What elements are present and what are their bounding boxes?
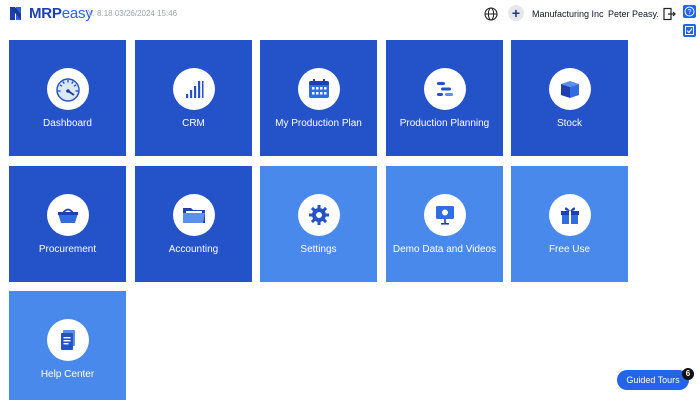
tile-my-production-plan[interactable]: My Production Plan <box>260 40 377 156</box>
gantt-icon <box>437 82 453 96</box>
tile-production-planning[interactable]: Production Planning <box>386 40 503 156</box>
logo-mark-icon <box>10 7 21 20</box>
user-name[interactable]: Peter Peasy. <box>608 9 659 19</box>
tile-label: Accounting <box>168 244 219 255</box>
help-icon[interactable]: ? <box>683 5 696 18</box>
app-logo[interactable]: MRPeasy <box>9 4 93 22</box>
tile-label: Procurement <box>38 244 97 255</box>
logo-text-bold: MRP <box>29 4 62 22</box>
dashboard-icon <box>56 78 80 102</box>
company-name[interactable]: Manufacturing Inc <box>532 9 604 19</box>
calendar-icon <box>309 79 329 98</box>
logout-icon[interactable] <box>662 7 676 21</box>
svg-text:?: ? <box>688 9 692 16</box>
globe-icon[interactable] <box>484 7 498 21</box>
tile-label: CRM <box>182 118 205 129</box>
checklist-icon[interactable] <box>683 24 696 37</box>
tile-label: Stock <box>556 118 582 129</box>
tile-accounting[interactable]: Accounting <box>135 166 252 282</box>
version-info: V. 8.18 03/26/2024 15:46 <box>88 9 178 18</box>
document-icon <box>61 330 75 350</box>
tile-procurement[interactable]: Procurement <box>9 166 126 282</box>
guided-tours-button[interactable]: Guided Tours <box>617 370 689 390</box>
tile-label: My Production Plan <box>275 118 362 129</box>
box-icon <box>561 81 579 98</box>
top-bar: MRPeasy V. 8.18 03/26/2024 15:46 + Manuf… <box>0 0 700 37</box>
add-button[interactable]: + <box>508 5 524 21</box>
presentation-icon <box>436 206 454 225</box>
gift-icon <box>561 207 579 224</box>
tile-settings[interactable]: Settings <box>260 166 377 282</box>
basket-icon <box>58 208 78 223</box>
tile-crm[interactable]: CRM <box>135 40 252 156</box>
tile-label: Free Use <box>548 244 591 255</box>
gear-icon <box>309 205 329 225</box>
tile-demo-data-and-videos[interactable]: Demo Data and Videos <box>386 166 503 282</box>
tile-label: Production Planning <box>399 118 490 129</box>
tile-stock[interactable]: Stock <box>511 40 628 156</box>
tile-label: Dashboard <box>43 118 92 129</box>
folder-icon <box>183 208 205 223</box>
tile-label: Demo Data and Videos <box>392 244 497 255</box>
crm-icon <box>186 81 204 98</box>
tile-dashboard[interactable]: Dashboard <box>9 40 126 156</box>
guided-tours-count-badge: 6 <box>682 368 694 380</box>
tile-help-center[interactable]: Help Center <box>9 291 126 400</box>
tile-label: Settings <box>300 244 337 255</box>
tile-label: Help Center <box>40 369 95 380</box>
tile-free-use[interactable]: Free Use <box>511 166 628 282</box>
